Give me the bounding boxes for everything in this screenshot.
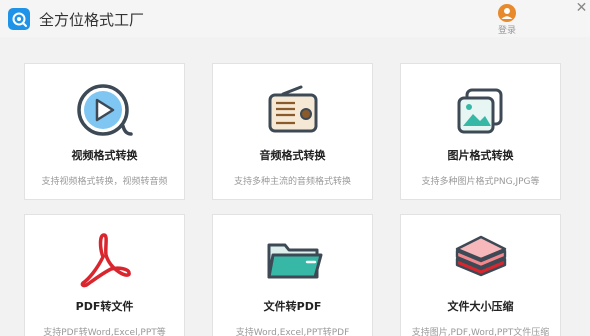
image-gallery-icon — [449, 78, 513, 142]
card-file-to-pdf[interactable]: 文件转PDF 支持Word,Excel,PPT转PDF — [212, 214, 373, 336]
radio-audio-icon — [261, 78, 325, 142]
card-file-compress[interactable]: 文件大小压缩 支持图片,PDF,Word,PPT文件压缩 — [400, 214, 561, 336]
title-bar: 全方位格式工厂 登录 ✕ — [0, 0, 590, 37]
pdf-acrobat-icon — [73, 229, 137, 293]
tool-grid: 视频格式转换 支持视频格式转换，视频转音频 音频格式转换 支持多种主流的音频格式… — [0, 37, 590, 336]
card-title: PDF转文件 — [75, 300, 134, 313]
layers-compress-icon — [449, 229, 513, 293]
card-title: 文件大小压缩 — [447, 300, 514, 313]
card-description: 支持图片,PDF,Word,PPT文件压缩 — [411, 328, 550, 336]
app-title: 全方位格式工厂 — [39, 11, 145, 29]
card-pdf-to-file[interactable]: PDF转文件 支持PDF转Word,Excel,PPT等 — [24, 214, 185, 336]
video-play-icon — [73, 78, 137, 142]
login-label: 登录 — [497, 26, 516, 36]
card-description: 支持Word,Excel,PPT转PDF — [235, 328, 350, 336]
login-button[interactable]: 登录 — [494, 4, 520, 36]
card-description: 支持多种图片格式PNG,JPG等 — [421, 177, 540, 187]
folder-icon — [261, 229, 325, 293]
card-title: 音频格式转换 — [259, 149, 326, 162]
card-description: 支持视频格式转换，视频转音频 — [41, 177, 168, 187]
card-audio-convert[interactable]: 音频格式转换 支持多种主流的音频格式转换 — [212, 63, 373, 200]
app-logo-icon — [8, 8, 30, 30]
card-title: 视频格式转换 — [71, 149, 138, 162]
card-description: 支持多种主流的音频格式转换 — [233, 177, 351, 187]
user-avatar-icon — [498, 4, 516, 22]
card-image-convert[interactable]: 图片格式转换 支持多种图片格式PNG,JPG等 — [400, 63, 561, 200]
card-title: 文件转PDF — [263, 300, 322, 313]
close-button[interactable]: ✕ — [573, 0, 590, 18]
card-title: 图片格式转换 — [447, 149, 514, 162]
card-video-convert[interactable]: 视频格式转换 支持视频格式转换，视频转音频 — [24, 63, 185, 200]
card-description: 支持PDF转Word,Excel,PPT等 — [43, 328, 166, 336]
